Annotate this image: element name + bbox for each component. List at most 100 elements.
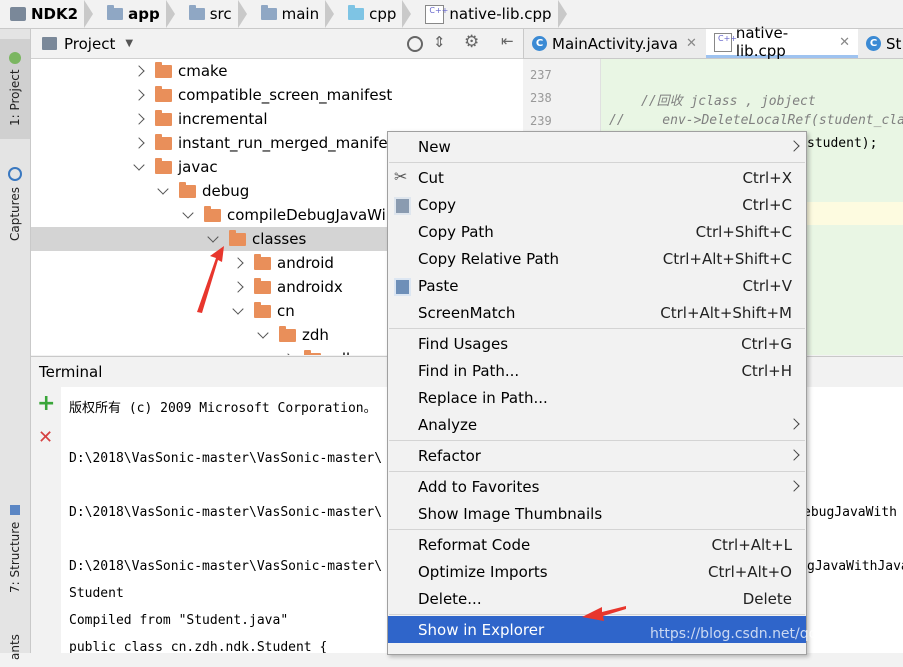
tree-item-label: compatible_screen_manifest	[178, 86, 393, 104]
structure-tool-tab[interactable]: 7: Structure	[0, 494, 30, 604]
chevron-down-icon[interactable]	[232, 303, 244, 315]
tree-item-incremental[interactable]: incremental	[31, 107, 523, 131]
structure-icon	[10, 505, 20, 516]
menu-separator	[389, 440, 805, 441]
chevron-right-icon[interactable]	[232, 281, 244, 293]
chevron-down-icon[interactable]	[257, 327, 269, 339]
folder-icon	[254, 253, 271, 270]
terminal-title: Terminal	[39, 363, 103, 381]
code-line-238: //回收 jclass , jobject	[641, 94, 816, 109]
add-session-icon[interactable]: +	[37, 391, 55, 416]
terminal-line: D:\2018\VasSonic-master\VasSonic-master\	[69, 505, 383, 520]
breadcrumb-item-src[interactable]: src	[179, 0, 251, 28]
tree-item-compatible-screen-manifest[interactable]: compatible_screen_manifest	[31, 83, 523, 107]
tree-item-label: debug	[202, 182, 250, 200]
tree-item-label: incremental	[178, 110, 268, 128]
menu-item-shortcut: Ctrl+G	[741, 334, 792, 353]
tab-student[interactable]: C St	[858, 29, 903, 58]
java-class-icon: C	[532, 36, 547, 51]
chevron-down-icon[interactable]	[133, 159, 145, 171]
menu-item-new[interactable]: New	[388, 133, 806, 160]
chevron-right-icon[interactable]	[282, 353, 294, 355]
breadcrumb-item-cpp[interactable]: cpp	[338, 0, 415, 28]
menu-item-label: New	[418, 137, 451, 156]
menu-item-shortcut: Ctrl+Alt+L	[711, 535, 793, 554]
chevron-down-icon[interactable]	[182, 207, 194, 219]
menu-item-copy-relative-path[interactable]: Copy Relative Path Ctrl+Alt+Shift+C	[388, 245, 806, 272]
tree-item-label: androidx	[277, 278, 343, 296]
project-tool-tab[interactable]: 1: Project	[0, 39, 30, 139]
tree-item-label: cn	[277, 302, 295, 320]
submenu-chevron-icon	[788, 480, 800, 492]
tree-item-label: classes	[252, 230, 307, 248]
menu-item-shortcut: Ctrl+Shift+C	[695, 222, 792, 241]
menu-separator	[389, 328, 805, 329]
menu-item-add-to-favorites[interactable]: Add to Favorites	[388, 473, 806, 500]
menu-item-label: Reformat Code	[418, 535, 531, 554]
menu-item-label: Paste	[418, 276, 459, 295]
breadcrumb-item-native-lib[interactable]: C++ native-lib.cpp	[415, 0, 570, 28]
breadcrumb-separator	[84, 0, 94, 28]
menu-item-reformat-code[interactable]: Reformat Code Ctrl+Alt+L	[388, 531, 806, 558]
breadcrumb-separator	[557, 0, 567, 28]
build-variants-tool-tab[interactable]: ants	[0, 627, 30, 667]
breadcrumb-item-app[interactable]: app	[97, 0, 179, 28]
menu-item-label: ScreenMatch	[418, 303, 516, 322]
project-view-selector[interactable]: Project	[64, 35, 115, 53]
java-class-icon: C	[866, 36, 881, 51]
chevron-right-icon[interactable]	[232, 257, 244, 269]
terminal-line: D:\2018\VasSonic-master\VasSonic-master\	[69, 451, 383, 466]
menu-item-find-in-path[interactable]: Find in Path... Ctrl+H	[388, 357, 806, 384]
tree-item-cmake[interactable]: cmake	[31, 59, 523, 83]
menu-item-copy[interactable]: Copy Ctrl+C	[388, 191, 806, 218]
captures-tool-tab[interactable]: Captures	[0, 149, 30, 259]
collapse-all-icon[interactable]: ⇕	[433, 33, 446, 51]
locate-target-icon[interactable]	[407, 36, 423, 52]
folder-icon	[348, 5, 365, 20]
menu-item-copy-path[interactable]: Copy Path Ctrl+Shift+C	[388, 218, 806, 245]
breadcrumb-separator	[165, 0, 175, 28]
gear-icon[interactable]: ⚙	[464, 32, 479, 52]
menu-item-label: Copy Path	[418, 222, 494, 241]
folder-icon	[279, 325, 296, 342]
cpp-file-icon: C++	[714, 32, 737, 52]
menu-item-screenmatch[interactable]: ScreenMatch Ctrl+Alt+Shift+M	[388, 299, 806, 326]
menu-item-label: Cut	[418, 168, 444, 187]
left-tool-strip: 1: Project Captures 7: Structure ants	[0, 29, 31, 660]
chevron-right-icon[interactable]	[133, 65, 145, 77]
tab-native-lib[interactable]: C++ native-lib.cpp ✕	[706, 24, 858, 60]
breadcrumb-item-ndk2[interactable]: NDK2	[0, 0, 97, 28]
chevron-right-icon[interactable]	[133, 89, 145, 101]
chevron-down-icon[interactable]	[157, 183, 169, 195]
close-session-icon[interactable]: ✕	[38, 427, 53, 448]
code-line-240: student);	[807, 136, 878, 151]
menu-item-shortcut: Ctrl+Alt+O	[708, 562, 792, 581]
terminal-line-fragment: gJavaWithJava	[807, 559, 903, 574]
menu-item-analyze[interactable]: Analyze	[388, 411, 806, 438]
chevron-right-icon[interactable]	[133, 137, 145, 149]
close-icon[interactable]: ✕	[839, 35, 850, 50]
menu-item-refactor[interactable]: Refactor	[388, 442, 806, 469]
android-icon	[9, 51, 21, 64]
menu-item-label: Find in Path...	[418, 361, 520, 380]
hide-pane-icon[interactable]: ⇤	[501, 32, 514, 50]
breadcrumb-item-main[interactable]: main	[251, 0, 338, 28]
terminal-line: 版权所有 (c) 2009 Microsoft Corporation。	[69, 401, 377, 416]
folder-icon	[254, 277, 271, 294]
chevron-down-icon[interactable]	[207, 231, 219, 243]
folder-icon	[155, 85, 172, 102]
menu-item-replace-in-path[interactable]: Replace in Path...	[388, 384, 806, 411]
folder-icon	[188, 5, 205, 20]
chevron-down-icon[interactable]: ▼	[125, 38, 133, 49]
chevron-right-icon[interactable]	[133, 113, 145, 125]
menu-item-find-usages[interactable]: Find Usages Ctrl+G	[388, 330, 806, 357]
tab-mainactivity[interactable]: C MainActivity.java ✕	[524, 29, 706, 58]
menu-item-cut[interactable]: ✂ Cut Ctrl+X	[388, 164, 806, 191]
close-icon[interactable]: ✕	[686, 36, 697, 51]
menu-separator	[389, 471, 805, 472]
terminal-line: Student	[69, 586, 124, 601]
breadcrumb-separator	[402, 0, 412, 28]
menu-item-show-image-thumbnails[interactable]: Show Image Thumbnails	[388, 500, 806, 527]
menu-item-paste[interactable]: Paste Ctrl+V	[388, 272, 806, 299]
menu-item-optimize-imports[interactable]: Optimize Imports Ctrl+Alt+O	[388, 558, 806, 585]
